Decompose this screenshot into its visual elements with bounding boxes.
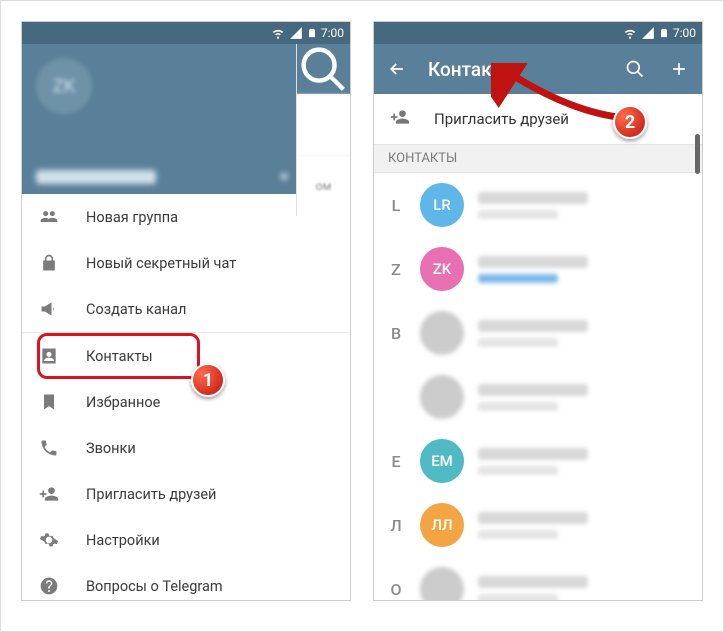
- index-letter: В: [386, 324, 406, 343]
- index-letter: Z: [386, 260, 406, 279]
- menu-label: Новая группа: [86, 209, 178, 226]
- help-icon: [38, 576, 60, 596]
- contact-row[interactable]: Z ZK: [374, 237, 702, 301]
- chevron-down-icon[interactable]: ▼: [278, 170, 290, 184]
- contact-text: [478, 192, 690, 219]
- bookmark-icon: [38, 392, 60, 412]
- contact-text: [478, 320, 690, 347]
- contact-row[interactable]: В: [374, 301, 702, 365]
- contact-row[interactable]: О: [374, 557, 702, 601]
- contact-avatar: ЛЛ: [420, 503, 464, 547]
- search-icon[interactable]: [297, 44, 350, 94]
- gear-icon: [38, 530, 60, 550]
- battery-icon: [659, 26, 669, 40]
- contact-row[interactable]: L LR: [374, 173, 702, 237]
- signal-icon: [289, 26, 303, 40]
- contact-avatar: [420, 311, 464, 355]
- menu-new-secret[interactable]: Новый секретный чат: [22, 240, 350, 286]
- menu-label: Пригласить друзей: [86, 486, 216, 503]
- menu-faq[interactable]: Вопросы о Telegram: [22, 563, 350, 601]
- contact-row[interactable]: [374, 365, 702, 429]
- group-icon: [38, 207, 60, 227]
- index-letter: L: [386, 196, 406, 215]
- contact-text: [478, 384, 690, 411]
- clock-text: 7:00: [321, 26, 344, 40]
- menu-contacts[interactable]: Контакты: [22, 333, 350, 379]
- lock-icon: [38, 253, 60, 273]
- contact-row[interactable]: Е ЕМ: [374, 429, 702, 493]
- clock-text: 7:00: [673, 26, 696, 40]
- contact-avatar: [420, 567, 464, 601]
- contact-text: [478, 512, 690, 539]
- contact-text: [478, 448, 690, 475]
- invite-label: Пригласить друзей: [434, 110, 569, 128]
- menu-label: Создать канал: [86, 301, 186, 318]
- status-bar: 7:00: [374, 22, 702, 44]
- profile-avatar[interactable]: ZK: [36, 58, 92, 114]
- contact-row[interactable]: ЛЛЛ: [374, 493, 702, 557]
- invite-friends-row[interactable]: Пригласить друзей: [374, 94, 702, 144]
- status-bar: 7:00: [22, 22, 350, 44]
- menu-saved[interactable]: Избранное: [22, 379, 350, 425]
- contact-avatar: LR: [420, 183, 464, 227]
- phone-right: 7:00 Контакты Пригласить друзей КОНТАКТЫ…: [373, 21, 703, 601]
- menu-new-channel[interactable]: Создать канал: [22, 286, 350, 332]
- person-add-icon: [38, 484, 60, 504]
- index-letter: О: [386, 580, 406, 599]
- menu-label: Новый секретный чат: [86, 255, 236, 272]
- index-letter: Л: [386, 516, 406, 535]
- menu-calls[interactable]: Звонки: [22, 425, 350, 471]
- back-icon[interactable]: [384, 59, 410, 79]
- menu-invite[interactable]: Пригласить друзей: [22, 471, 350, 517]
- phone-left: 7:00 ZK ▼ ом Новая группа Новый секретны…: [21, 21, 351, 601]
- contact-text: [478, 256, 690, 283]
- drawer-header: ZK ▼ ом: [22, 44, 350, 194]
- wifi-icon: [271, 26, 285, 40]
- contact-avatar: [420, 375, 464, 419]
- person-add-icon: [390, 107, 410, 131]
- scrollbar-thumb[interactable]: [695, 134, 700, 174]
- appbar-title: Контакты: [428, 58, 604, 81]
- megaphone-icon: [38, 299, 60, 319]
- contacts-icon: [38, 346, 60, 366]
- wifi-icon: [623, 26, 637, 40]
- signal-icon: [641, 26, 655, 40]
- battery-icon: [307, 26, 317, 40]
- index-letter: Е: [386, 452, 406, 471]
- profile-name: [36, 170, 156, 184]
- menu-label: Настройки: [86, 532, 160, 549]
- chat-list-peek: ом: [296, 44, 350, 216]
- contact-avatar: ZK: [420, 247, 464, 291]
- menu-label: Избранное: [86, 394, 160, 411]
- contact-avatar: ЕМ: [420, 439, 464, 483]
- menu-label: Звонки: [86, 440, 136, 457]
- phone-icon: [38, 438, 60, 458]
- contacts-list: LLRZZKВЕЕМЛЛЛО: [374, 173, 702, 601]
- menu-settings[interactable]: Настройки: [22, 517, 350, 563]
- drawer-menu: Новая группа Новый секретный чат Создать…: [22, 194, 350, 601]
- search-icon[interactable]: [622, 59, 648, 79]
- contact-text: [478, 576, 690, 602]
- contacts-section-header: КОНТАКТЫ: [374, 144, 702, 173]
- menu-label: Контакты: [86, 348, 153, 365]
- app-bar: Контакты: [374, 44, 702, 94]
- menu-label: Вопросы о Telegram: [86, 578, 223, 595]
- add-icon[interactable]: [666, 59, 692, 79]
